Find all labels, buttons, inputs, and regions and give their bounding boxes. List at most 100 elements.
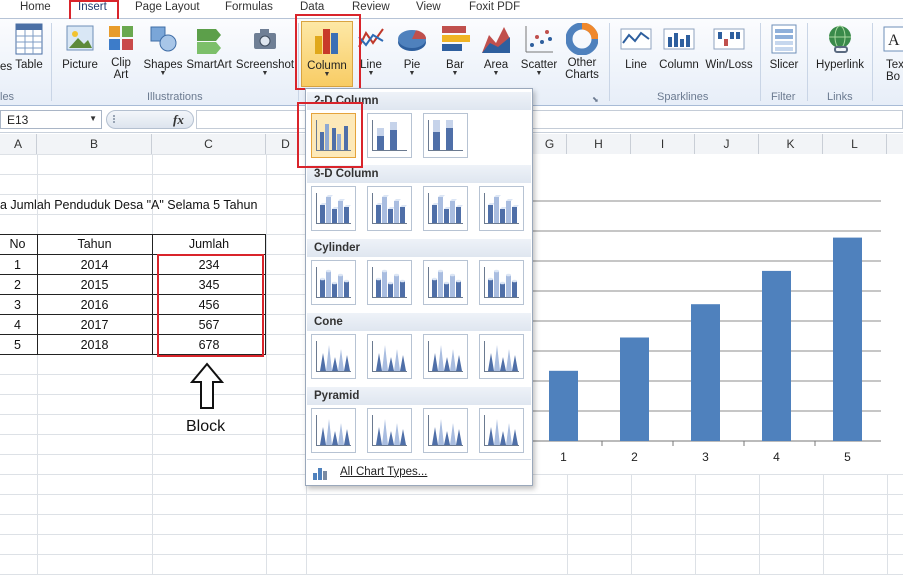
chart-subtype-cylinder-4[interactable] [479,260,524,305]
formula-input[interactable] [196,110,903,129]
sparkline-line-button[interactable]: Line [616,21,656,71]
chart-subtype-cone-4[interactable] [479,334,524,379]
column-header-j[interactable]: J [695,134,759,154]
chevron-down-icon: ▼ [535,70,543,77]
up-arrow-icon [190,362,224,409]
hyperlink-label: Hyperlink [816,59,864,71]
column-header-d[interactable]: D [266,134,306,154]
header-cell-jumlah[interactable]: Jumlah [152,237,266,251]
column-header-b[interactable]: B [37,134,152,154]
header-cell-no[interactable]: No [0,237,37,251]
column-header-g[interactable]: G [533,134,567,154]
chart-subtype-cone-1[interactable] [311,334,356,379]
clip-art-button[interactable]: Clip Art [104,21,138,81]
slicer-button[interactable]: Slicer [764,21,804,71]
chart-subtype-cylinder-3[interactable] [423,260,468,305]
column-chart-button[interactable]: Column ▼ [301,21,353,87]
tab-view[interactable]: View [416,1,441,13]
scatter-chart-button[interactable]: Scatter ▼ [518,21,560,77]
hyperlink-button[interactable]: Hyperlink [812,21,868,71]
pie-chart-button[interactable]: Pie ▼ [395,21,429,77]
cell-jumlah[interactable]: 678 [152,338,266,352]
sparkline-winloss-button[interactable]: Win/Loss [703,21,755,71]
column-chart-gallery: 2-D Column 3-D Column Cylinder Cone Pyra… [305,88,533,486]
pyramid-column-thumbnail-icon [484,415,519,446]
chart-subtype-cylinder-2[interactable] [367,260,412,305]
cell-jumlah[interactable]: 456 [152,298,266,312]
cell-tahun[interactable]: 2017 [37,318,152,332]
chart-subtype-3d-2[interactable] [367,186,412,231]
tab-review[interactable]: Review [352,1,390,13]
tab-insert[interactable]: Insert [78,1,107,13]
column-header-h[interactable]: H [567,134,631,154]
cell-no[interactable]: 2 [0,278,37,292]
cell-tahun[interactable]: 2014 [37,258,152,272]
sparkline-column-button[interactable]: Column [658,21,700,71]
chart-subtype-cone-2[interactable] [367,334,412,379]
chevron-down-icon[interactable]: ▼ [89,114,97,123]
column-header-m[interactable] [887,134,903,154]
chart-subtype-3d-3[interactable] [423,186,468,231]
picture-icon [66,25,94,51]
chart-subtype-pyramid-3[interactable] [423,408,468,453]
cell-no[interactable]: 3 [0,298,37,312]
cell-no[interactable]: 4 [0,318,37,332]
column-chart[interactable]: 1 2 3 4 5 [531,154,903,474]
cell-no[interactable]: 1 [0,258,37,272]
column-header-i[interactable]: I [631,134,695,154]
cell-tahun[interactable]: 2016 [37,298,152,312]
column-header-a[interactable]: A [0,134,37,154]
cell-no[interactable]: 5 [0,338,37,352]
chart-subtype-pyramid-1[interactable] [311,408,356,453]
tab-data[interactable]: Data [300,1,324,13]
cell-jumlah[interactable]: 234 [152,258,266,272]
all-charts-icon [313,468,327,480]
line-chart-button[interactable]: Line ▼ [356,21,386,77]
table-label: Table [15,59,43,71]
chart-subtype-cone-3[interactable] [423,334,468,379]
header-cell-tahun[interactable]: Tahun [37,237,152,251]
smartart-button[interactable]: SmartArt [185,21,233,71]
column-chart-icon [315,29,338,54]
text-box-button[interactable]: A Tex Bo [880,21,903,83]
chart-subtype-2d-2[interactable] [367,113,412,158]
chart-subtype-3d-1[interactable] [311,186,356,231]
cell-tahun[interactable]: 2018 [37,338,152,352]
ribbon-tab-bar: Home Insert Page Layout Formulas Data Re… [0,0,903,19]
column-header-c[interactable]: C [152,134,266,154]
other-charts-button[interactable]: Other Charts [562,21,602,81]
picture-button[interactable]: Picture [58,21,102,71]
column-header-l[interactable]: L [823,134,887,154]
dialog-launcher-icon[interactable]: ⬊ [592,95,599,104]
slicer-label: Slicer [769,59,799,71]
tab-formulas[interactable]: Formulas [225,1,273,13]
all-chart-types-button[interactable]: All Chart Types... [310,463,528,483]
tables-group-label: les [0,91,15,103]
cell-jumlah[interactable]: 567 [152,318,266,332]
cell-jumlah[interactable]: 345 [152,278,266,292]
tab-foxit-pdf[interactable]: Foxit PDF [469,1,520,13]
chart-subtype-3d-4[interactable] [479,186,524,231]
column-header-k[interactable]: K [759,134,823,154]
tab-page-layout[interactable]: Page Layout [135,1,200,13]
bar-chart-button[interactable]: Bar ▼ [438,21,472,77]
area-chart-button[interactable]: Area ▼ [479,21,513,77]
sparklines-group-label: Sparklines [657,91,709,103]
chart-subtype-pyramid-4[interactable] [479,408,524,453]
row-gridline [0,534,903,535]
chart-subtype-2d-1[interactable] [311,113,356,158]
tab-home[interactable]: Home [20,1,51,13]
cell-tahun[interactable]: 2015 [37,278,152,292]
2d-column-thumbnail-icon [428,120,463,151]
pivot-table-button-partial[interactable]: es [0,21,12,73]
table-button[interactable]: Table [12,21,46,71]
screenshot-button[interactable]: Screenshot ▼ [235,21,295,77]
chevron-down-icon: ▼ [159,70,167,77]
grip-icon [113,115,121,123]
chart-subtype-pyramid-2[interactable] [367,408,412,453]
chart-subtype-2d-3[interactable] [423,113,468,158]
insert-function-button[interactable]: fx [173,112,184,128]
shapes-button[interactable]: Shapes ▼ [142,21,184,77]
chart-subtype-cylinder-1[interactable] [311,260,356,305]
name-box[interactable]: E13 ▼ [0,110,102,129]
